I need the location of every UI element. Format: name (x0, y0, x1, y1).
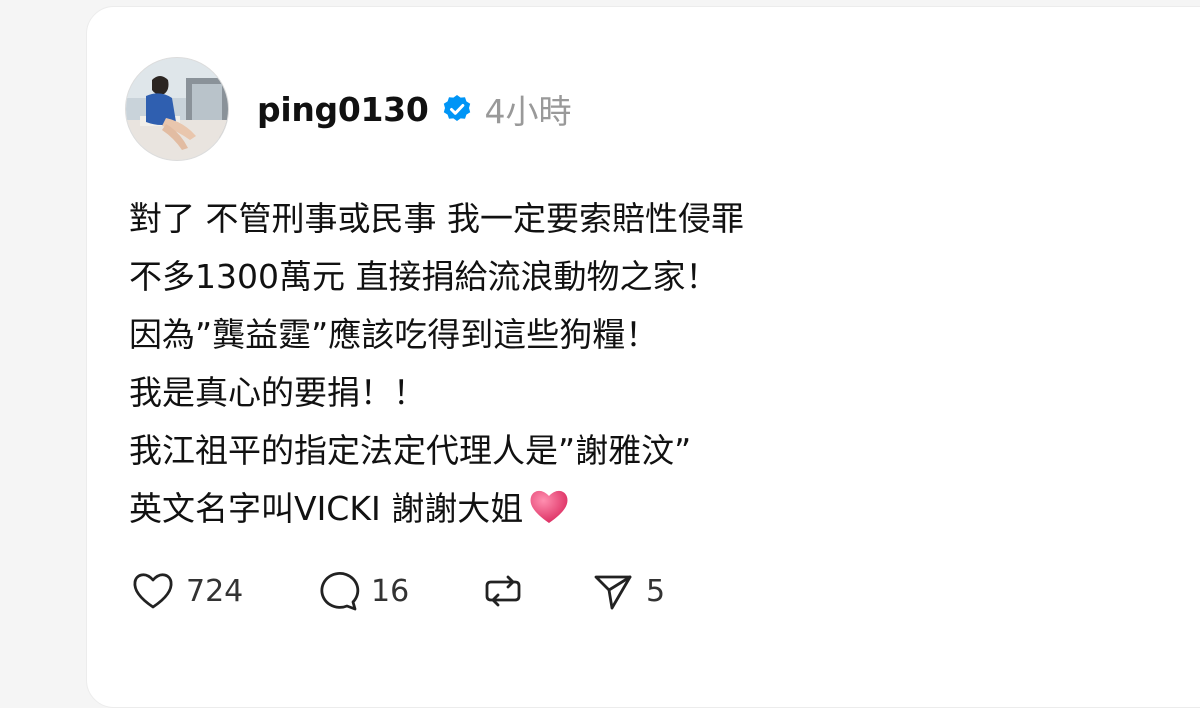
heart-outline-icon (133, 573, 173, 609)
heart-emoji-icon (527, 486, 571, 544)
post-header: ping0130 4小時 (257, 84, 572, 134)
verified-badge-icon (441, 93, 473, 125)
share-count: 5 (646, 573, 666, 609)
post-line: 我是真心的要捐！！ (129, 373, 426, 412)
reply-count: 16 (371, 573, 410, 609)
post-body: 對了 不管刑事或民事 我一定要索賠性侵罪 不多1300萬元 直接捐給流浪動物之家… (129, 190, 744, 544)
post-line: 因為”龔益霆”應該吃得到這些狗糧！ (129, 315, 659, 354)
post-last-line: 英文名字叫VICKI 謝謝大姐 (129, 480, 744, 544)
speech-bubble-icon (320, 572, 360, 611)
post-line: 對了 不管刑事或民事 我一定要索賠性侵罪 (129, 199, 744, 238)
like-count: 724 (186, 573, 244, 609)
reply-button[interactable]: 16 (315, 568, 480, 614)
repost-button[interactable] (480, 568, 590, 614)
post-line: 英文名字叫VICKI 謝謝大姐 (129, 489, 524, 528)
share-button[interactable]: 5 (590, 568, 665, 614)
post-line: 不多1300萬元 直接捐給流浪動物之家！ (129, 257, 719, 296)
action-bar: 724 16 5 (130, 568, 665, 614)
avatar[interactable] (125, 57, 229, 161)
send-icon (594, 575, 632, 610)
like-button[interactable]: 724 (130, 569, 315, 613)
post-line: 我江祖平的指定法定代理人是”謝雅汶” (129, 431, 692, 470)
username-link[interactable]: ping0130 (257, 90, 429, 129)
post-timestamp[interactable]: 4小時 (485, 85, 572, 133)
repost-icon (485, 575, 521, 607)
